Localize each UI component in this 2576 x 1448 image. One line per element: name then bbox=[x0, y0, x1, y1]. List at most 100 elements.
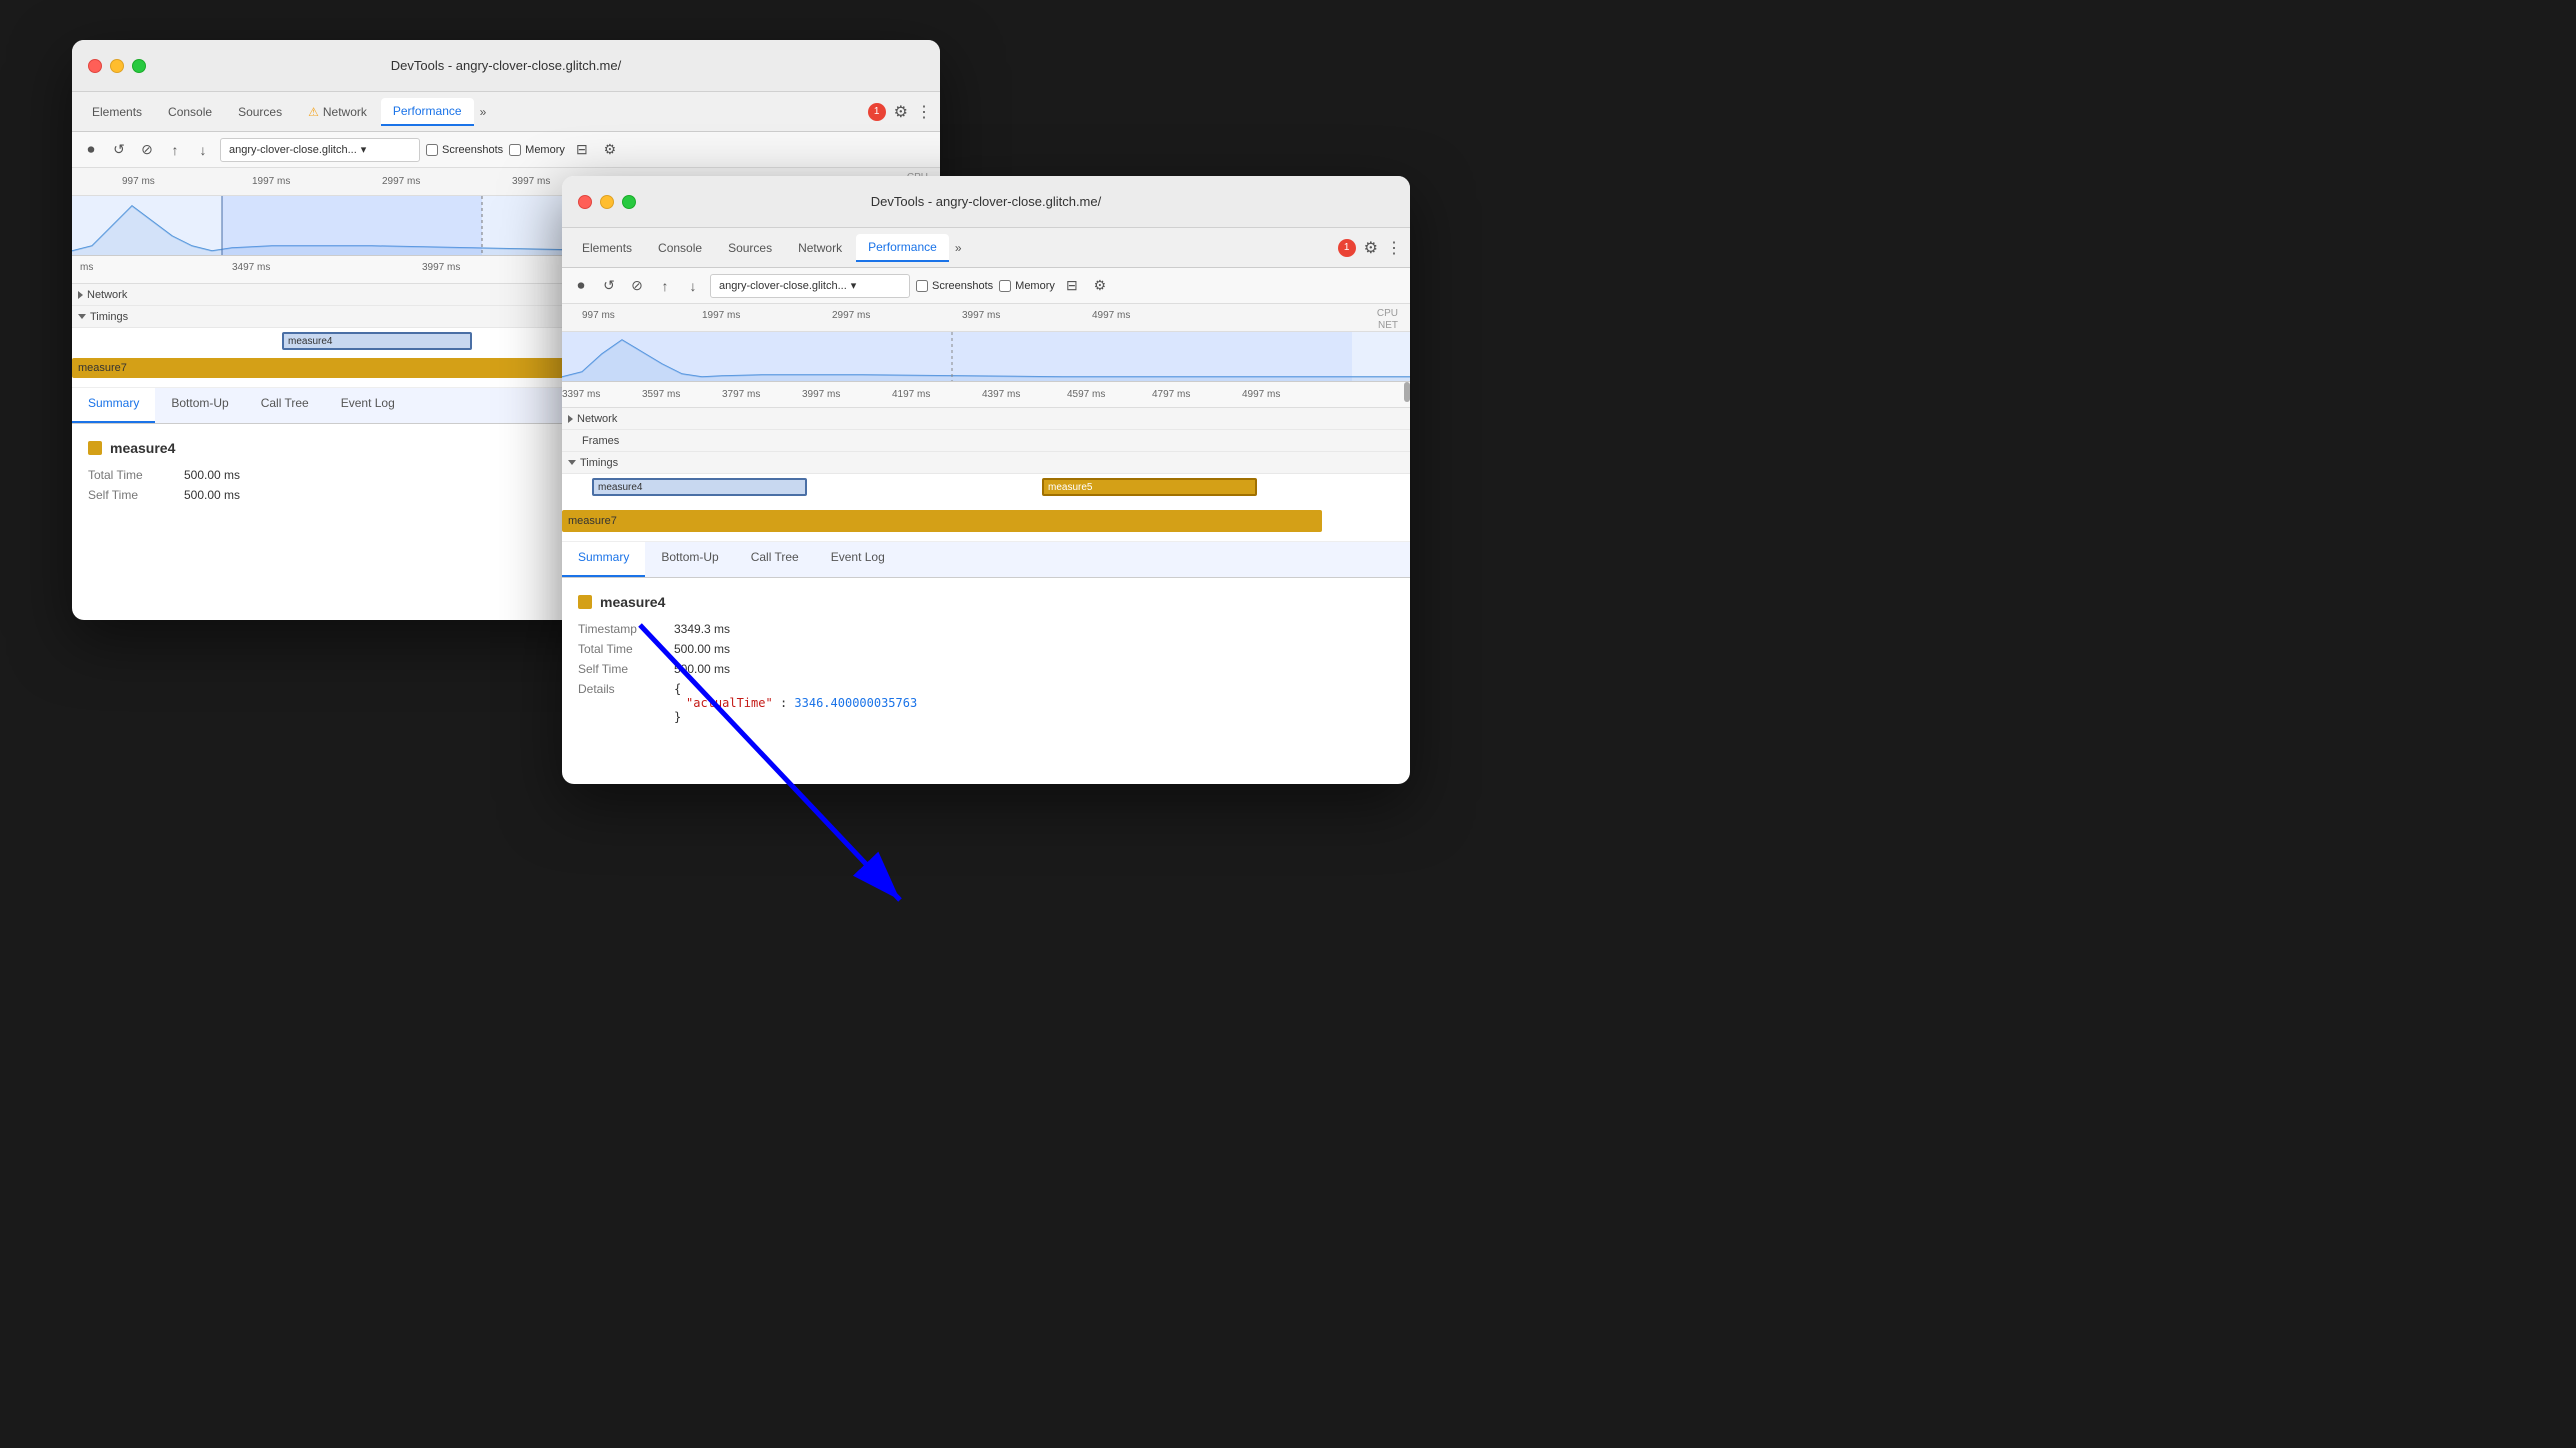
screenshots-checkbox-2[interactable]: Screenshots bbox=[916, 280, 993, 292]
tab-performance-2[interactable]: Performance bbox=[856, 234, 949, 262]
mini-chart-2 bbox=[562, 332, 1410, 382]
ruler-1997-1: 1997 ms bbox=[252, 176, 290, 187]
tab-overflow-2[interactable]: » bbox=[951, 235, 966, 261]
error-badge-1: 1 bbox=[868, 103, 886, 121]
timeline-tracks-2: Network Frames Timings measure4 measure5… bbox=[562, 408, 1410, 542]
timings-track-label-1: Timings bbox=[90, 311, 128, 323]
ruler-997-2: 997 ms bbox=[582, 310, 615, 321]
tab-elements-2[interactable]: Elements bbox=[570, 235, 644, 261]
more-icon-1[interactable]: ⋮ bbox=[916, 102, 932, 122]
total-time-label-1: Total Time bbox=[88, 468, 168, 482]
window-title-2: DevTools - angry-clover-close.glitch.me/ bbox=[871, 194, 1101, 209]
download-button-1[interactable]: ↓ bbox=[192, 139, 214, 161]
tab-sources-2[interactable]: Sources bbox=[716, 235, 784, 261]
close-brace: } bbox=[674, 710, 681, 724]
bottom-up-tab-1[interactable]: Bottom-Up bbox=[155, 388, 244, 423]
refresh-button-1[interactable]: ↺ bbox=[108, 139, 130, 161]
gear-icon-1[interactable]: ⚙ bbox=[894, 102, 908, 122]
record-button-2[interactable]: ⏺ bbox=[570, 275, 592, 297]
self-time-label-1: Self Time bbox=[88, 488, 168, 502]
net-label-2: NET bbox=[1378, 320, 1398, 331]
network-section-2: Network bbox=[562, 408, 1410, 430]
maximize-button-1[interactable] bbox=[132, 59, 146, 73]
memory-checkbox-2[interactable]: Memory bbox=[999, 280, 1055, 292]
tab-performance-1[interactable]: Performance bbox=[381, 98, 474, 126]
bottom-up-tab-2[interactable]: Bottom-Up bbox=[645, 542, 734, 577]
refresh-button-2[interactable]: ↺ bbox=[598, 275, 620, 297]
measure7-bar-1[interactable]: measure7 bbox=[72, 358, 612, 378]
timeline-ruler-top-2: 997 ms 1997 ms 2997 ms 3997 ms 4997 ms C… bbox=[562, 304, 1410, 332]
gear-icon-2[interactable]: ⚙ bbox=[1364, 238, 1378, 258]
download-button-2[interactable]: ↓ bbox=[682, 275, 704, 297]
ruler-3997-2: 3997 ms bbox=[962, 310, 1000, 321]
details-label-2: Details bbox=[578, 682, 658, 724]
frames-section-2: Frames bbox=[562, 430, 1410, 452]
screenshots-check-2[interactable] bbox=[916, 280, 928, 292]
tab-network-2[interactable]: Network bbox=[786, 235, 854, 261]
total-time-value-2: 500.00 ms bbox=[674, 642, 730, 656]
open-brace: { bbox=[674, 682, 681, 696]
event-log-tab-2[interactable]: Event Log bbox=[815, 542, 901, 577]
url-bar-1: angry-clover-close.glitch... ▾ bbox=[220, 138, 420, 162]
chevron-down-icon-1[interactable]: ▾ bbox=[361, 143, 367, 156]
tab-icons-1: 1 ⚙ ⋮ bbox=[868, 102, 932, 122]
tab-overflow-1[interactable]: » bbox=[476, 99, 491, 125]
network-track-label-1: Network bbox=[87, 289, 127, 301]
ruler-1997-2: 1997 ms bbox=[702, 310, 740, 321]
code-key-2: "actualTime" bbox=[686, 696, 773, 710]
call-tree-tab-1[interactable]: Call Tree bbox=[245, 388, 325, 423]
close-button-2[interactable] bbox=[578, 195, 592, 209]
screenshots-check-1[interactable] bbox=[426, 144, 438, 156]
error-badge-2: 1 bbox=[1338, 239, 1356, 257]
minimize-button-1[interactable] bbox=[110, 59, 124, 73]
close-button-1[interactable] bbox=[88, 59, 102, 73]
scrollbar-2[interactable] bbox=[1404, 382, 1410, 402]
url-bar-2: angry-clover-close.glitch... ▾ bbox=[710, 274, 910, 298]
summary-tab-1[interactable]: Summary bbox=[72, 388, 155, 423]
tab-console-2[interactable]: Console bbox=[646, 235, 714, 261]
tab-console-1[interactable]: Console bbox=[156, 99, 224, 125]
summary-panel-2: measure4 Timestamp 3349.3 ms Total Time … bbox=[562, 578, 1410, 740]
timestamp-value-2: 3349.3 ms bbox=[674, 622, 730, 636]
timestamp-row-2: Timestamp 3349.3 ms bbox=[578, 622, 1394, 636]
upload-button-2[interactable]: ↑ bbox=[654, 275, 676, 297]
memory-check-1[interactable] bbox=[509, 144, 521, 156]
network-track-label-2: Network bbox=[577, 413, 617, 425]
event-log-tab-1[interactable]: Event Log bbox=[325, 388, 411, 423]
measure4-bar-2[interactable]: measure4 bbox=[592, 478, 807, 496]
more-icon-2[interactable]: ⋮ bbox=[1386, 238, 1402, 258]
colon-2: : bbox=[780, 696, 794, 710]
tab-elements-1[interactable]: Elements bbox=[80, 99, 154, 125]
devtools-window-2: DevTools - angry-clover-close.glitch.me/… bbox=[562, 176, 1410, 784]
color-swatch-2 bbox=[578, 595, 592, 609]
url-text-1: angry-clover-close.glitch... bbox=[229, 144, 357, 156]
timings-track-label-2: Timings bbox=[580, 457, 618, 469]
devtools-tabs-1: Elements Console Sources ⚠ Network Perfo… bbox=[72, 92, 940, 132]
tab-network-1[interactable]: ⚠ Network bbox=[296, 99, 379, 125]
record-button-1[interactable]: ⏺ bbox=[80, 139, 102, 161]
titlebar-1: DevTools - angry-clover-close.glitch.me/ bbox=[72, 40, 940, 92]
frames-track-label-2: Frames bbox=[582, 435, 619, 447]
url-text-2: angry-clover-close.glitch... bbox=[719, 280, 847, 292]
cancel-button-2[interactable]: ⊘ bbox=[626, 275, 648, 297]
throttle-button-1[interactable]: ⊟ bbox=[571, 139, 593, 161]
maximize-button-2[interactable] bbox=[622, 195, 636, 209]
screenshots-checkbox-1[interactable]: Screenshots bbox=[426, 144, 503, 156]
minimize-button-2[interactable] bbox=[600, 195, 614, 209]
settings-button-1[interactable]: ⚙ bbox=[599, 139, 621, 161]
settings-button-2[interactable]: ⚙ bbox=[1089, 275, 1111, 297]
cancel-button-1[interactable]: ⊘ bbox=[136, 139, 158, 161]
tab-sources-1[interactable]: Sources bbox=[226, 99, 294, 125]
measure7-bar-2[interactable]: measure7 bbox=[562, 510, 1322, 532]
measure4-bar-1[interactable]: measure4 bbox=[282, 332, 472, 350]
upload-button-1[interactable]: ↑ bbox=[164, 139, 186, 161]
throttle-button-2[interactable]: ⊟ bbox=[1061, 275, 1083, 297]
chevron-down-icon-2[interactable]: ▾ bbox=[851, 279, 857, 292]
triangle-down-icon-2 bbox=[568, 460, 576, 465]
call-tree-tab-2[interactable]: Call Tree bbox=[735, 542, 815, 577]
measure5-bar-2[interactable]: measure5 bbox=[1042, 478, 1257, 496]
memory-checkbox-1[interactable]: Memory bbox=[509, 144, 565, 156]
memory-check-2[interactable] bbox=[999, 280, 1011, 292]
self-time-row-2: Self Time 500.00 ms bbox=[578, 662, 1394, 676]
summary-tab-2[interactable]: Summary bbox=[562, 542, 645, 577]
